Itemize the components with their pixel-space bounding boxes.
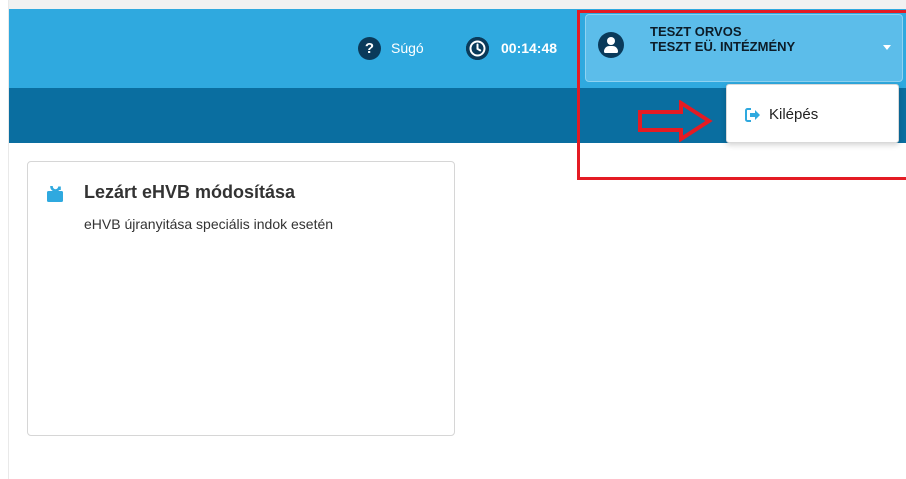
clock-icon: [466, 36, 489, 60]
user-name: TESZT ORVOS: [650, 24, 742, 39]
logout-label: Kilépés: [769, 106, 819, 123]
logout-menu-item[interactable]: Kilépés: [745, 106, 818, 123]
user-menu-toggle[interactable]: TESZT ORVOS TESZT EÜ. INTÉZMÉNY: [585, 14, 903, 82]
user-circle-icon: [598, 32, 624, 58]
caret-down-icon: [883, 45, 891, 50]
help-label: Súgó: [391, 40, 424, 56]
page-top-strip: [9, 0, 906, 9]
sign-out-icon: [745, 107, 760, 122]
reopen-ehvb-card[interactable]: Lezárt eHVB módosítása eHVB újranyitása …: [27, 161, 455, 436]
card-title: Lezárt eHVB módosítása: [84, 182, 296, 202]
card-description: eHVB újranyitása speciális indok esetén: [84, 216, 334, 232]
page-left-edge: [0, 0, 9, 479]
pointer-arrow-icon: [638, 100, 713, 142]
session-timer: 00:14:48: [466, 35, 557, 61]
question-circle-icon: ?: [358, 36, 381, 60]
user-institution: TESZT EÜ. INTÉZMÉNY: [650, 39, 796, 54]
session-timer-value: 00:14:48: [501, 40, 558, 56]
user-dropdown-menu: Kilépés: [726, 84, 899, 143]
help-link[interactable]: ? Súgó: [358, 35, 424, 61]
unlock-icon: [47, 186, 63, 202]
